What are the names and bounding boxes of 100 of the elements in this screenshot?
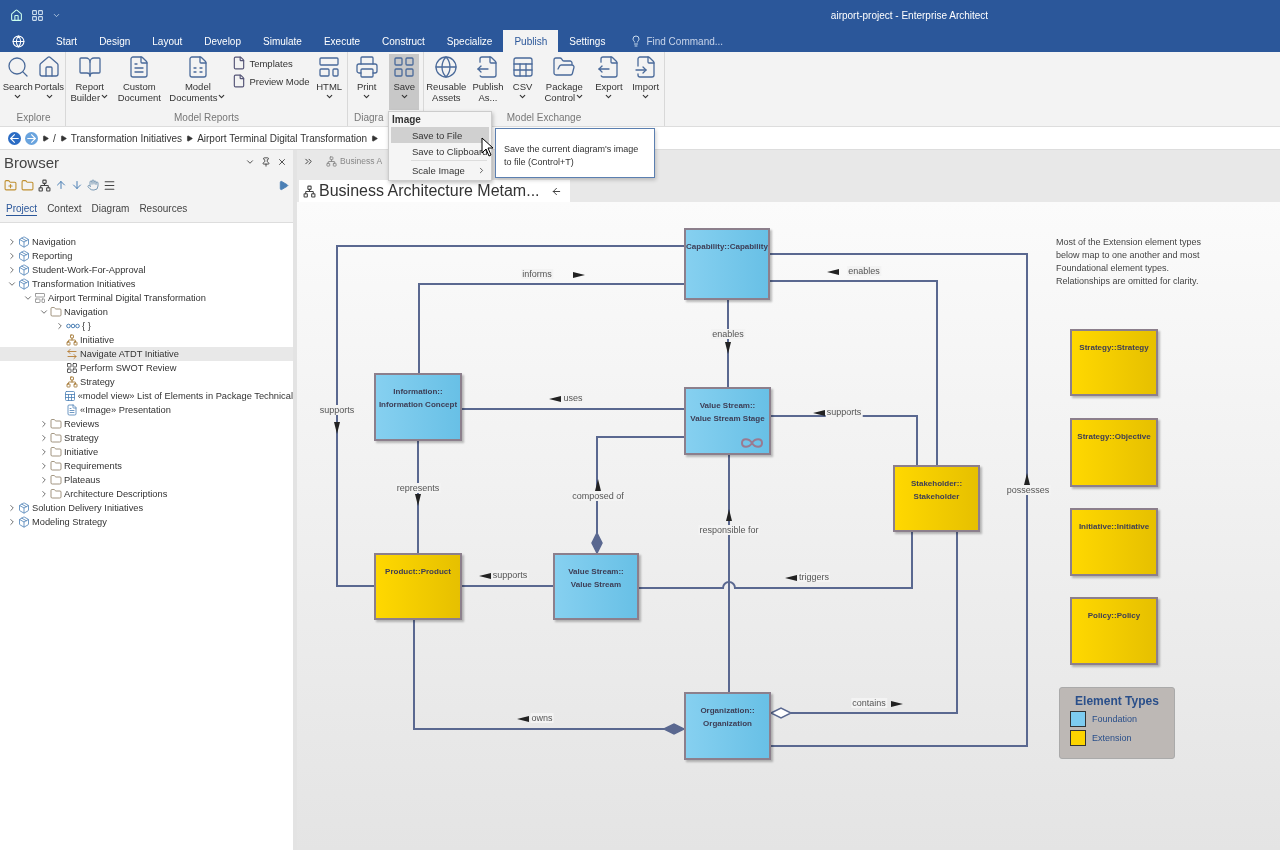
ribbon-group-label: Explore xyxy=(15,112,52,126)
tree-row[interactable]: Navigation xyxy=(0,305,293,319)
ribbon-tab[interactable]: Publish xyxy=(503,30,559,52)
tree-row[interactable]: Modeling Strategy xyxy=(0,515,293,529)
ribbon-tab[interactable]: Start xyxy=(45,30,89,52)
diagram-title: Business Architecture Metam... xyxy=(319,182,540,200)
class-node[interactable]: Organization:: Organization xyxy=(684,692,771,760)
connector-label: composed of xyxy=(571,491,625,501)
tree-row[interactable]: «model view» List of Elements in Package Technical xyxy=(0,389,293,403)
class-node[interactable]: Product::Product xyxy=(374,553,462,620)
breadcrumb-item[interactable]: / xyxy=(53,132,56,144)
node-label: Value Stream:: Value Stream xyxy=(568,566,624,591)
panel-tab[interactable]: Resources xyxy=(139,203,188,215)
ribbon-small-button[interactable]: Preview Mode xyxy=(232,73,310,89)
tree-row[interactable]: Strategy xyxy=(0,375,293,389)
tree-row[interactable]: Reviews xyxy=(0,417,293,431)
tree-row[interactable]: { } xyxy=(0,319,293,333)
window-title: airport-project - Enterprise Architect xyxy=(829,9,990,21)
tree-row[interactable]: Solution Delivery Initiatives xyxy=(0,501,293,515)
class-node[interactable]: Strategy::Strategy xyxy=(1070,329,1158,396)
menu-item[interactable]: Scale Image xyxy=(391,162,489,178)
ribbon-button[interactable]: Print xyxy=(351,54,382,110)
tree-item-label: Solution Delivery Initiatives xyxy=(32,503,144,513)
tree-item-label: Reviews xyxy=(64,419,100,429)
ribbon-group-label: Model Exchange xyxy=(505,112,583,126)
ribbon-button[interactable]: Package Control xyxy=(539,54,590,110)
ribbon-button[interactable]: Custom Document xyxy=(115,54,164,110)
connector-label: enables xyxy=(847,266,881,276)
panel-tab[interactable]: Project xyxy=(6,202,38,216)
ribbon-button[interactable]: Search xyxy=(2,54,33,110)
tree-row[interactable]: Navigate ATDT Initiative xyxy=(0,347,293,361)
ribbon-button[interactable]: CSV xyxy=(508,54,537,110)
tree-item-label: Initiative xyxy=(64,447,99,457)
diagram-title-tab[interactable]: Business Architecture Metam... xyxy=(299,180,570,202)
node-label: Strategy::Strategy xyxy=(1079,342,1149,354)
ribbon-tab[interactable]: Develop xyxy=(193,30,252,52)
ribbon-small-button[interactable]: Templates xyxy=(232,55,310,71)
ribbon-tab[interactable]: Execute xyxy=(312,30,372,52)
tree-row[interactable]: Navigation xyxy=(0,235,293,249)
ribbon-group-label: Diagra xyxy=(353,112,384,126)
tree-row[interactable]: Plateaus xyxy=(0,473,293,487)
ribbon-tab[interactable]: Construct xyxy=(371,30,436,52)
tree-row[interactable]: Airport Terminal Digital Transformation xyxy=(0,291,293,305)
ribbon-button[interactable]: Reusable Assets xyxy=(425,54,468,110)
tree-row[interactable]: Student-Work-For-Approval xyxy=(0,263,293,277)
ribbon-button[interactable]: Publish As... xyxy=(470,54,506,110)
menu-item[interactable]: Save to File xyxy=(391,127,489,143)
node-label: Information:: Information Concept xyxy=(378,386,458,411)
tree-item-label: Perform SWOT Review xyxy=(80,363,177,373)
class-node[interactable]: Value Stream:: Value Stream xyxy=(553,553,639,620)
node-label: Initiative::Initiative xyxy=(1078,521,1150,533)
class-node[interactable]: Value Stream:: Value Stream Stage xyxy=(684,387,771,455)
connector-label: triggers xyxy=(798,572,830,582)
ribbon-button[interactable]: Import xyxy=(628,54,663,110)
tooltip: Save the current diagram's image to file (Control+T) xyxy=(495,128,655,178)
ribbon-button[interactable]: Model Documents xyxy=(166,54,229,110)
node-label: Capability::Capability xyxy=(686,241,768,253)
class-node[interactable]: Initiative::Initiative xyxy=(1070,508,1158,576)
menu-header: Image xyxy=(391,113,422,127)
tree-row[interactable]: Architecture Descriptions xyxy=(0,487,293,501)
class-node[interactable]: Stakeholder:: Stakeholder xyxy=(893,465,980,532)
class-node[interactable]: Capability::Capability xyxy=(684,228,770,300)
connector-label: enables xyxy=(711,329,745,339)
ribbon-button[interactable]: Report Builder xyxy=(67,54,112,110)
tree-item-label: Navigation xyxy=(64,307,108,317)
panel-title: Browser xyxy=(4,153,60,171)
tree-row[interactable]: Initiative xyxy=(0,333,293,347)
connector-label: supports xyxy=(491,570,529,580)
diagram-note: Most of the Extension element types below map to one another and most Foundational element types. Relationships are omitted for clarity. xyxy=(1056,236,1203,288)
legend-title: Element Types xyxy=(1074,694,1160,708)
tree-row[interactable]: Requirements xyxy=(0,459,293,473)
tree-row[interactable]: «Image» Presentation xyxy=(0,403,293,417)
ribbon-button[interactable]: HTML xyxy=(313,54,346,110)
tree-row[interactable]: Transformation Initiatives xyxy=(0,277,293,291)
ribbon-button[interactable]: Portals xyxy=(34,54,65,110)
class-node[interactable]: Strategy::Objective xyxy=(1070,418,1158,487)
connector-label: possesses xyxy=(1005,485,1051,495)
command-search-field[interactable]: Find Command... xyxy=(646,34,797,48)
ribbon-button[interactable]: Export xyxy=(591,54,626,110)
panel-tab[interactable]: Diagram xyxy=(91,203,130,215)
breadcrumb-item[interactable]: Transformation Initiatives xyxy=(70,132,183,144)
ribbon-tab[interactable]: Specialize xyxy=(435,30,504,52)
legend-label: Extension xyxy=(1092,733,1132,743)
tree-row[interactable]: Strategy xyxy=(0,431,293,445)
connector-label: informs xyxy=(521,269,553,279)
tree-row[interactable]: Perform SWOT Review xyxy=(0,361,293,375)
tree-item-label: Architecture Descriptions xyxy=(64,489,168,499)
panel-tab[interactable]: Context xyxy=(47,203,82,215)
ribbon-group-label: Model Reports xyxy=(173,112,240,126)
connector-label: supports xyxy=(825,407,863,417)
tree-row[interactable]: Reporting xyxy=(0,249,293,263)
ribbon-button[interactable]: Save xyxy=(389,54,420,110)
ribbon-tab[interactable]: Simulate xyxy=(252,30,313,52)
breadcrumb-item[interactable]: Airport Terminal Digital Transformation xyxy=(197,132,367,144)
class-node[interactable]: Information:: Information Concept xyxy=(374,373,462,441)
ribbon-tab[interactable]: Design xyxy=(88,30,142,52)
ribbon-tab[interactable]: Layout xyxy=(141,30,194,52)
ribbon-tab[interactable]: Settings xyxy=(558,30,617,52)
tree-row[interactable]: Initiative xyxy=(0,445,293,459)
class-node[interactable]: Policy::Policy xyxy=(1070,597,1158,665)
